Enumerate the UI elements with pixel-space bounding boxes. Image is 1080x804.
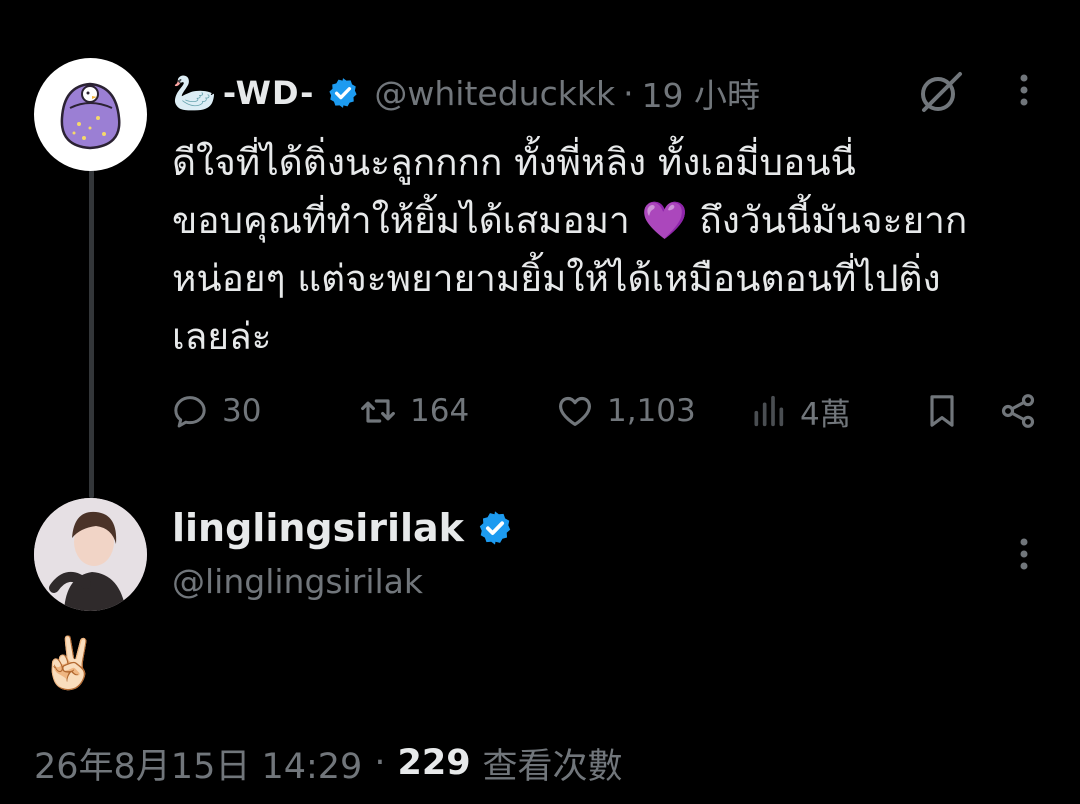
share-icon: [1001, 394, 1035, 428]
reply-count: 30: [222, 393, 262, 429]
thread-connector-line: [89, 168, 94, 498]
tweet-actions: 30 164 1,103 4萬: [170, 386, 1050, 436]
separator-dot: ·: [374, 743, 386, 783]
reply-header: linglingsirilak: [172, 500, 514, 556]
reply-handle[interactable]: @linglingsirilak: [172, 562, 423, 601]
repost-button[interactable]: 164: [358, 386, 469, 436]
avatar-whiteduckkk[interactable]: [34, 58, 147, 171]
avatar-illustration: [60, 82, 121, 150]
reply-display-name[interactable]: linglingsirilak: [172, 506, 464, 550]
like-count: 1,103: [607, 393, 696, 429]
bookmark-button[interactable]: [922, 386, 962, 436]
like-icon: [559, 396, 591, 426]
more-icon[interactable]: [1012, 70, 1036, 110]
reply-icon: [174, 396, 206, 428]
more-icon[interactable]: [1012, 534, 1036, 574]
view-count-label: 查看次數: [482, 746, 623, 787]
verified-badge-icon: [329, 78, 358, 108]
grok-icon[interactable]: [914, 66, 966, 118]
avatar-linglingsirilak[interactable]: [34, 498, 147, 611]
view-count-number: 229: [397, 743, 471, 783]
avatar-photo: [34, 498, 147, 611]
share-button[interactable]: [998, 386, 1038, 436]
views-icon: [754, 395, 784, 427]
reply-button[interactable]: 30: [170, 386, 261, 436]
goose-emoji: 🦢: [172, 73, 217, 114]
tweet-time[interactable]: 19 小時: [642, 69, 760, 117]
view-count: 4萬: [800, 396, 851, 433]
separator-dot: ·: [623, 73, 634, 113]
post-timestamp[interactable]: 26年8月15日 14:29: [34, 738, 362, 789]
bookmark-icon: [930, 395, 954, 427]
reply-text: ✌🏻: [38, 634, 101, 692]
verified-badge-icon: [479, 511, 511, 545]
tweet-footer: 26年8月15日 14:29 · 229 查看次數: [34, 738, 623, 788]
views-button[interactable]: 4萬: [748, 386, 851, 436]
user-handle[interactable]: @whiteduckkk: [374, 74, 615, 113]
like-button[interactable]: 1,103: [555, 386, 696, 436]
repost-icon: [361, 399, 395, 423]
tweet-text: ดีใจที่ได้ติ่งนะลูกกกก ทั้งพี่หลิง ทั้งเ…: [172, 141, 968, 358]
display-name[interactable]: -WD-: [223, 74, 315, 112]
repost-count: 164: [410, 393, 470, 429]
